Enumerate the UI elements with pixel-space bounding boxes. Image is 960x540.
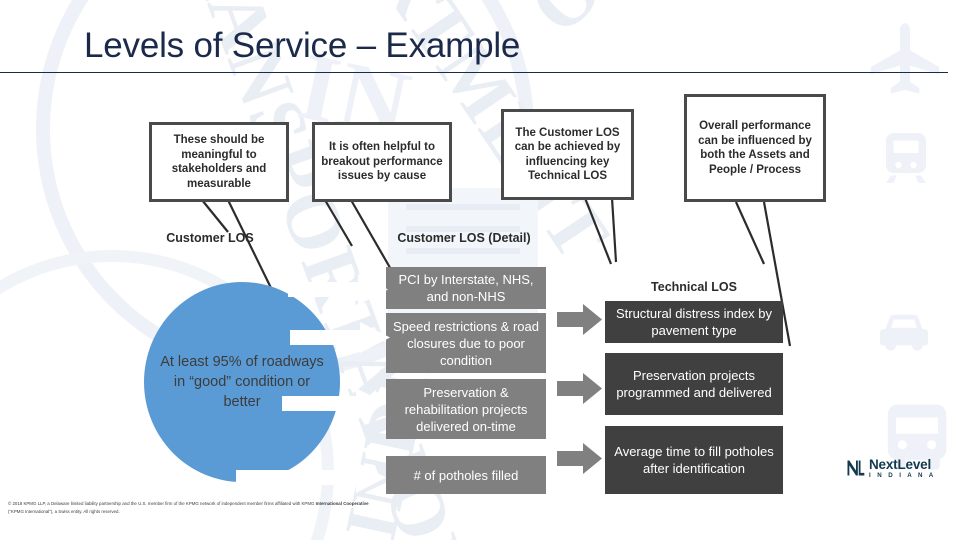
callout-box-3: The Customer LOS can be achieved by infl… (501, 109, 634, 200)
next-level-indiana-logo: NextLevel I N D I A N A (845, 458, 936, 479)
header-customer-los-detail: Customer LOS (Detail) (397, 231, 531, 245)
airplane-icon (862, 16, 948, 116)
technical-text-2: Preservation projects programmed and del… (616, 368, 772, 400)
callout-box-1: These should be meaningful to stakeholde… (149, 122, 289, 202)
title-divider (0, 72, 948, 73)
detail-text-3: Preservation & rehabilitation projects d… (404, 384, 528, 434)
detail-text-2: Speed restrictions & road closures due t… (393, 318, 539, 368)
white-arrow-1 (288, 274, 388, 305)
technical-box-3: Average time to fill potholes after iden… (605, 426, 783, 494)
gray-arrow-2 (557, 373, 602, 404)
header-customer-los: Customer LOS (166, 231, 254, 245)
detail-box-1: PCI by Interstate, NHS, and non-NHS (386, 267, 546, 309)
technical-text-3: Average time to fill potholes after iden… (614, 444, 774, 476)
next-level-mark-icon (847, 460, 865, 476)
callout-text-4: Overall performance can be influenced by… (698, 120, 812, 176)
detail-box-2: Speed restrictions & road closures due t… (386, 313, 546, 373)
logo-word-level: Level (897, 457, 931, 472)
watermark-word-of: OF (513, 0, 659, 52)
technical-box-2: Preservation projects programmed and del… (605, 353, 783, 415)
footer-line-1b: International Cooperative (315, 501, 369, 506)
footer-line-2: (“KPMG International”), a Swiss entity. … (8, 508, 120, 514)
callout-text-2: It is often helpful to breakout performa… (321, 141, 443, 183)
white-arrow-3 (282, 388, 386, 419)
detail-box-4: # of potholes filled (386, 456, 546, 494)
callout-box-2: It is often helpful to breakout performa… (312, 122, 452, 202)
car-icon (872, 300, 936, 374)
page-title: Levels of Service – Example (84, 26, 521, 65)
logo-state: I N D I A N A (869, 471, 936, 479)
detail-text-1: PCI by Interstate, NHS, and non-NHS (398, 272, 534, 304)
gray-arrow-1 (557, 304, 602, 335)
callout-box-4: Overall performance can be influenced by… (684, 94, 826, 202)
detail-text-4: # of potholes filled (413, 467, 519, 483)
customer-los-ellipse: At least 95% of roadways in “good” condi… (144, 282, 340, 482)
technical-box-1: Structural distress index by pavement ty… (605, 301, 783, 343)
slide-canvas: DEPARTMENT OF TRANSPORTATION INDIANA IN … (0, 0, 960, 540)
white-arrow-4 (236, 462, 386, 493)
callout-text-3: The Customer LOS can be achieved by infl… (514, 126, 621, 183)
footer-line-1a: © 2018 KPMG LLP, a Delaware limited liab… (8, 501, 316, 506)
gray-arrow-3 (557, 443, 602, 474)
header-technical-los: Technical LOS (651, 280, 737, 294)
white-arrow-2 (290, 322, 390, 353)
callout-text-1: These should be meaningful to stakeholde… (171, 134, 267, 190)
footer-legal: © 2018 KPMG LLP, a Delaware limited liab… (8, 500, 838, 515)
logo-name: NextLevel (869, 458, 936, 472)
detail-box-3: Preservation & rehabilitation projects d… (386, 379, 546, 439)
technical-text-1: Structural distress index by pavement ty… (615, 306, 773, 338)
train-icon (876, 128, 936, 198)
logo-wordmark: NextLevel I N D I A N A (869, 458, 936, 479)
logo-word-next: Next (869, 457, 898, 472)
